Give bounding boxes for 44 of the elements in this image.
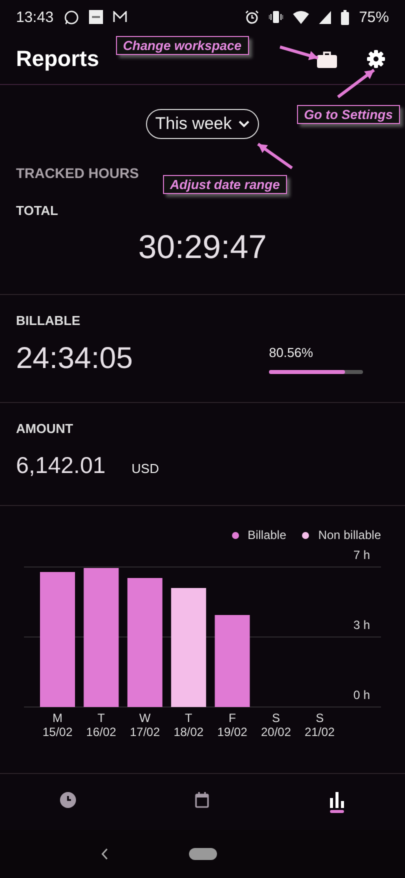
axis-tick-label: 3 h	[353, 618, 370, 632]
tutorial-callout: Adjust date range	[163, 175, 287, 194]
axis-tick-label: 0 h	[353, 688, 370, 702]
settings-icon	[367, 50, 385, 68]
clock-icon	[60, 792, 76, 808]
back-icon[interactable]	[100, 848, 108, 860]
currency-label: USD	[132, 461, 159, 476]
legend-label: Non billable	[318, 528, 381, 542]
signal-icon	[318, 10, 331, 24]
tutorial-callout: Change workspace	[116, 36, 248, 55]
mail-icon	[112, 11, 127, 23]
briefcase-icon	[317, 50, 337, 68]
battery-level: 75%	[358, 8, 389, 26]
amount-label: AMOUNT	[16, 421, 74, 436]
day-label: S 20/02	[260, 711, 292, 739]
date-range-dropdown[interactable]: This week	[146, 109, 259, 139]
billable-label: BILLABLE	[16, 313, 82, 328]
wifi-icon	[292, 10, 309, 24]
vibrate-icon	[268, 11, 283, 23]
chevron-down-icon	[238, 120, 250, 128]
day-label: T 18/02	[174, 711, 204, 739]
day-label: T 16/02	[86, 711, 116, 739]
page-title: Reports	[16, 46, 100, 72]
home-button[interactable]	[188, 848, 216, 860]
billable-hours: 24:34:05	[16, 342, 133, 376]
bar-chart-icon	[329, 792, 346, 808]
day-label: M 15/02	[42, 711, 73, 739]
amount-value: 6,142.01	[16, 452, 106, 479]
alarm-icon	[244, 10, 259, 24]
day-label: W 17/02	[130, 711, 160, 739]
axis-tick-label: 7 h	[353, 548, 370, 562]
status-time: 13:43	[16, 8, 54, 26]
day-label: F 19/02	[217, 711, 248, 739]
billable-percent: 80.56%	[269, 345, 314, 360]
calendar-icon	[195, 792, 210, 808]
chat-icon	[64, 10, 79, 24]
app-icon	[88, 10, 103, 24]
legend-label: Billable	[248, 528, 286, 542]
total-hours: 30:29:47	[138, 228, 267, 266]
day-label: S 21/02	[304, 711, 335, 739]
tutorial-callout: Go to Settings	[297, 105, 400, 124]
total-label: TOTAL	[16, 203, 60, 218]
section-title: TRACKED HOURS	[16, 165, 139, 181]
battery-icon	[340, 10, 349, 24]
